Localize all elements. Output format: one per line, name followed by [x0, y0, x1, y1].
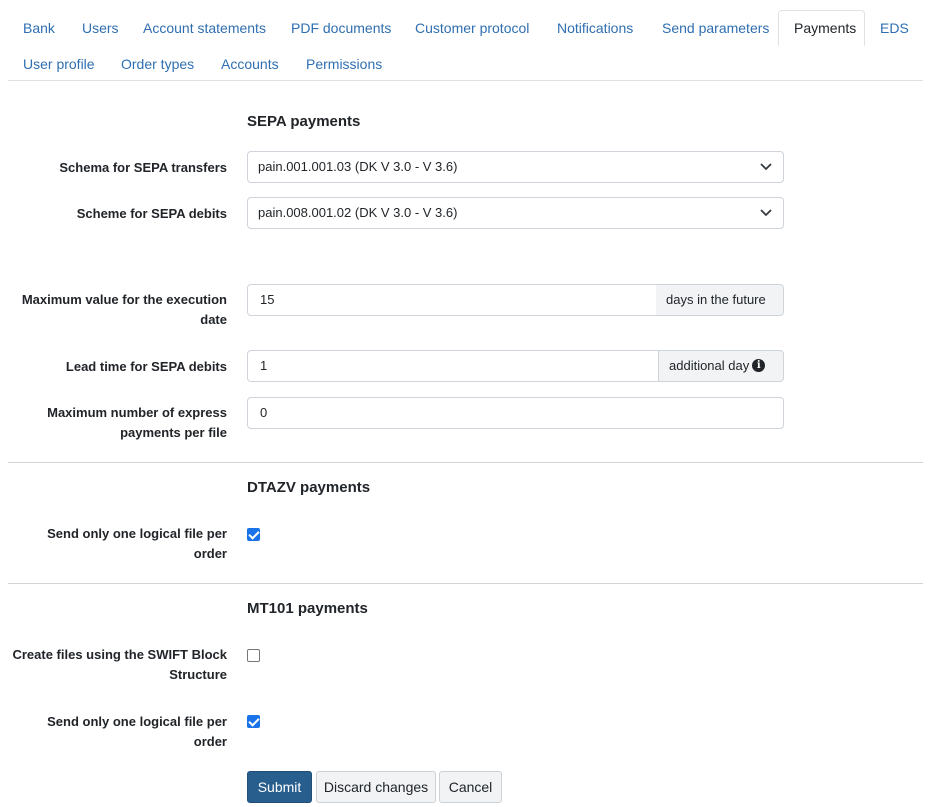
dtazv-one-file-label: Send only one logical file per order [0, 524, 227, 564]
max-execution-date-label: Maximum value for the execution date [0, 290, 227, 330]
sepa-section-title: SEPA payments [247, 113, 361, 130]
mt101-one-file-label-line2: order [193, 734, 227, 749]
swift-block-label-line2: Structure [169, 667, 227, 682]
tab-send-parameters[interactable]: Send parameters [647, 10, 784, 46]
tab-account-statements[interactable]: Account statements [128, 10, 281, 46]
mt101-one-file-label: Send only one logical file per order [0, 712, 227, 752]
tab-bank[interactable]: Bank [8, 10, 70, 46]
sepa-debit-scheme-label: Scheme for SEPA debits [76, 206, 227, 221]
swift-block-label: Create files using the SWIFT Block Struc… [0, 645, 227, 685]
sepa-debit-scheme-select[interactable]: pain.008.001.02 (DK V 3.0 - V 3.6) [247, 197, 784, 229]
max-execution-date-label-line2: date [200, 312, 227, 327]
mt101-one-file-label-line1: Send only one logical file per [47, 714, 227, 729]
swift-block-label-line1: Create files using the SWIFT Block [12, 647, 227, 662]
sepa-transfer-schema-label: Schema for SEPA transfers [59, 160, 227, 175]
tab-accounts[interactable]: Accounts [206, 46, 294, 82]
sepa-transfer-schema-select[interactable]: pain.001.001.03 (DK V 3.0 - V 3.6) [247, 151, 784, 183]
dtazv-one-file-label-line1: Send only one logical file per [47, 526, 227, 541]
cancel-button[interactable]: Cancel [439, 771, 502, 803]
tab-pdf-documents[interactable]: PDF documents [276, 10, 406, 46]
express-payments-label-line1: Maximum number of express [47, 405, 227, 420]
tab-bar: Bank Users Account statements PDF docume… [8, 10, 923, 81]
tab-notifications[interactable]: Notifications [542, 10, 648, 46]
max-execution-date-addon: days in the future [656, 284, 784, 316]
max-execution-date-label-line1: Maximum value for the execution [21, 292, 227, 307]
tab-permissions[interactable]: Permissions [291, 46, 397, 82]
swift-block-checkbox[interactable] [247, 649, 260, 662]
info-icon[interactable]: i [752, 359, 766, 372]
tab-users[interactable]: Users [67, 10, 134, 46]
max-execution-date-input[interactable]: 15 [247, 284, 657, 316]
discard-changes-button[interactable]: Discard changes [316, 771, 436, 803]
express-payments-label: Maximum number of express payments per f… [0, 403, 227, 443]
express-payments-label-line2: payments per file [120, 425, 227, 440]
dtazv-one-file-checkbox[interactable] [247, 528, 260, 541]
mt101-one-file-checkbox[interactable] [247, 715, 260, 728]
tab-order-types[interactable]: Order types [106, 46, 209, 82]
chevron-down-icon [760, 209, 772, 217]
mt101-section-title: MT101 payments [247, 600, 368, 617]
tab-eds[interactable]: EDS [865, 10, 924, 46]
tab-user-profile[interactable]: User profile [8, 46, 110, 82]
chevron-down-icon [760, 163, 772, 171]
lead-time-addon: additional day i [659, 350, 784, 382]
sepa-transfer-schema-value: pain.001.001.03 (DK V 3.0 - V 3.6) [258, 159, 458, 174]
dtazv-section-title: DTAZV payments [247, 479, 371, 496]
divider [8, 462, 923, 463]
lead-time-label: Lead time for SEPA debits [65, 359, 227, 374]
tab-payments[interactable]: Payments [778, 10, 865, 46]
tab-customer-protocol[interactable]: Customer protocol [400, 10, 544, 46]
lead-time-addon-text: additional day [669, 358, 750, 373]
lead-time-input[interactable]: 1 [247, 350, 659, 382]
sepa-debit-scheme-value: pain.008.001.02 (DK V 3.0 - V 3.6) [258, 205, 458, 220]
express-payments-input[interactable]: 0 [247, 397, 784, 429]
dtazv-one-file-label-line2: order [193, 546, 227, 561]
divider [8, 583, 923, 584]
submit-button[interactable]: Submit [247, 771, 312, 803]
